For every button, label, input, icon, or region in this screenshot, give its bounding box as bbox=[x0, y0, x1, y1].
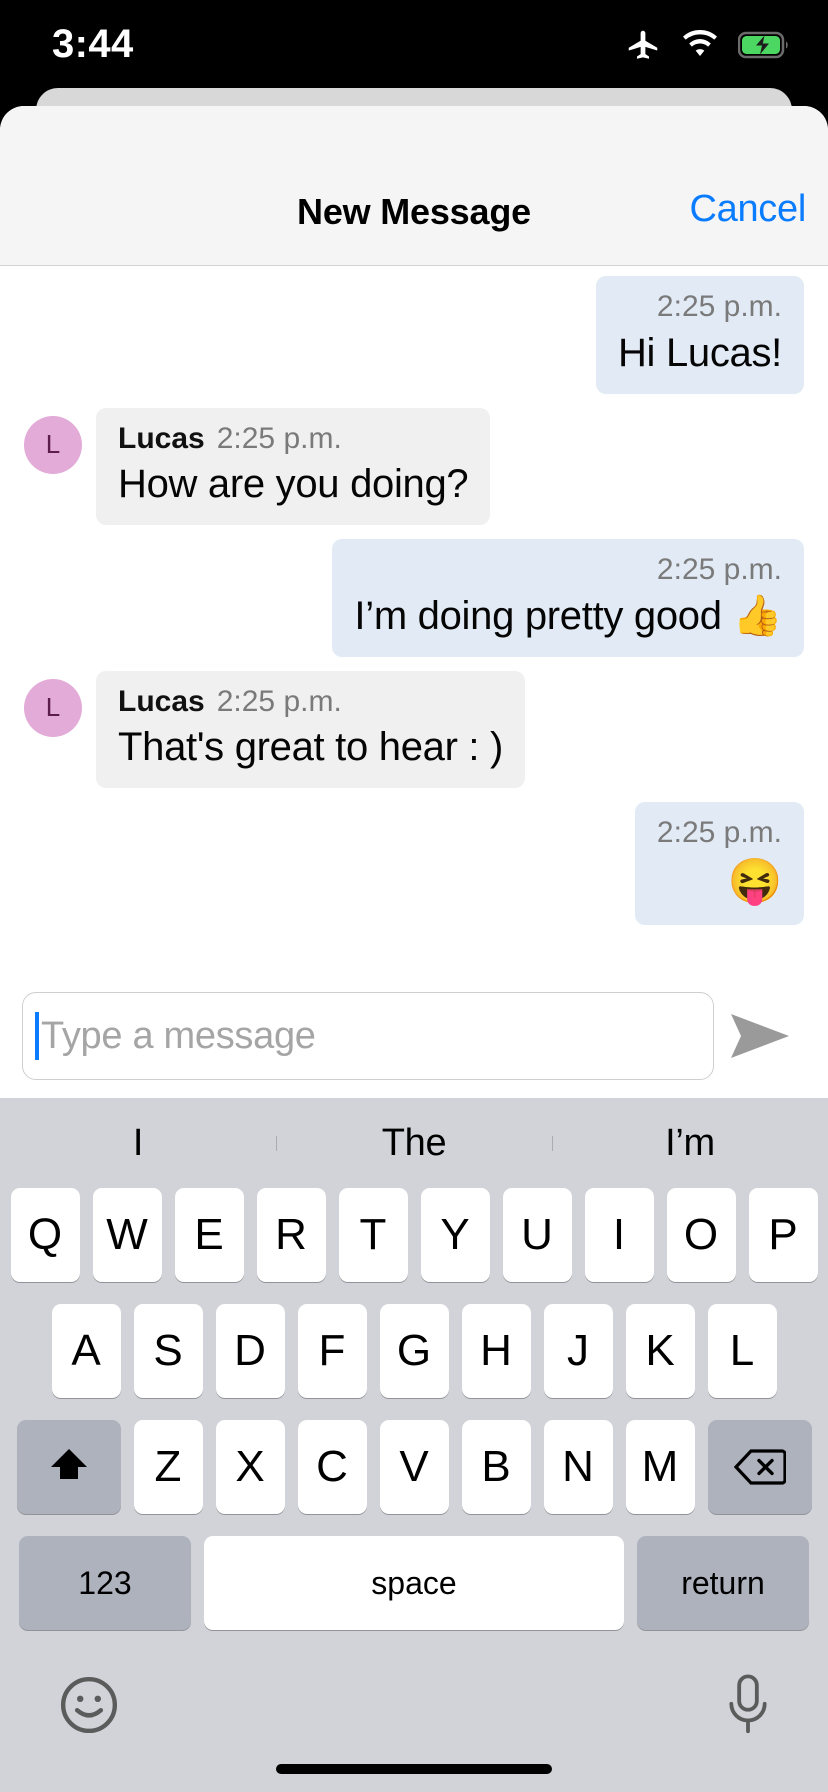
key-v[interactable]: V bbox=[379, 1420, 449, 1514]
key-a[interactable]: A bbox=[51, 1304, 121, 1398]
keyboard-row-4: 123 space return bbox=[0, 1536, 828, 1630]
key-d[interactable]: D bbox=[215, 1304, 285, 1398]
sheet-navbar: New Message Cancel bbox=[0, 106, 828, 266]
send-button[interactable] bbox=[714, 1012, 806, 1060]
message-bubble-outgoing[interactable]: 2:25 p.m. 😝 bbox=[634, 802, 804, 925]
key-j[interactable]: J bbox=[543, 1304, 613, 1398]
message-meta: Lucas 2:25 p.m. bbox=[118, 683, 503, 721]
message-row: 2:25 p.m. I’m doing pretty good 👍 bbox=[0, 539, 828, 657]
key-l[interactable]: L bbox=[707, 1304, 777, 1398]
message-timestamp: 2:25 p.m. bbox=[656, 816, 782, 849]
message-row: L Lucas 2:25 p.m. That's great to hear : … bbox=[0, 670, 828, 788]
prediction-item-2[interactable]: I’m bbox=[552, 1122, 828, 1165]
key-r[interactable]: R bbox=[256, 1188, 326, 1282]
key-s[interactable]: S bbox=[133, 1304, 203, 1398]
message-sender: Lucas bbox=[118, 684, 205, 718]
key-c[interactable]: C bbox=[297, 1420, 367, 1514]
key-i[interactable]: I bbox=[584, 1188, 654, 1282]
status-bar: 3:44 bbox=[0, 0, 828, 92]
key-e[interactable]: E bbox=[174, 1188, 244, 1282]
message-text: I’m doing pretty good 👍 bbox=[354, 593, 782, 638]
key-o[interactable]: O bbox=[666, 1188, 736, 1282]
key-x[interactable]: X bbox=[215, 1420, 285, 1514]
status-bar-icons bbox=[624, 26, 790, 64]
keyboard-row-3: Z X C V B N M bbox=[0, 1420, 828, 1514]
shift-icon bbox=[50, 1449, 87, 1479]
status-bar-time: 3:44 bbox=[52, 22, 134, 66]
on-screen-keyboard[interactable]: I The I’m Q W E R T Y U I O P A S D F G … bbox=[0, 1098, 828, 1792]
message-text: Hi Lucas! bbox=[617, 330, 782, 375]
key-w[interactable]: W bbox=[92, 1188, 162, 1282]
message-timestamp: 2:25 p.m. bbox=[656, 553, 782, 586]
space-key[interactable]: space bbox=[204, 1536, 624, 1630]
new-message-sheet: New Message Cancel 2:25 p.m. Hi Lucas! L… bbox=[0, 106, 828, 1792]
key-b[interactable]: B bbox=[461, 1420, 531, 1514]
key-y[interactable]: Y bbox=[420, 1188, 490, 1282]
key-m[interactable]: M bbox=[625, 1420, 695, 1514]
message-bubble-outgoing[interactable]: 2:25 p.m. I’m doing pretty good 👍 bbox=[332, 539, 804, 657]
numbers-key[interactable]: 123 bbox=[19, 1536, 191, 1630]
prediction-item-0[interactable]: I bbox=[0, 1122, 276, 1165]
message-row: 2:25 p.m. Hi Lucas! bbox=[0, 276, 828, 394]
prediction-item-1[interactable]: The bbox=[276, 1122, 552, 1165]
key-n[interactable]: N bbox=[543, 1420, 613, 1514]
return-key[interactable]: return bbox=[637, 1536, 809, 1630]
backspace-icon bbox=[733, 1449, 786, 1485]
composer-bar: Type a message bbox=[0, 976, 828, 1096]
message-bubble-incoming[interactable]: Lucas 2:25 p.m. That's great to hear : ) bbox=[96, 670, 526, 788]
battery-charging-icon bbox=[738, 31, 788, 59]
key-t[interactable]: T bbox=[338, 1188, 408, 1282]
keyboard-bottom-bar bbox=[0, 1652, 828, 1762]
message-bubble-outgoing[interactable]: 2:25 p.m. Hi Lucas! bbox=[595, 276, 804, 394]
key-z[interactable]: Z bbox=[133, 1420, 203, 1514]
key-q[interactable]: Q bbox=[10, 1188, 80, 1282]
dictation-key[interactable] bbox=[726, 1673, 770, 1741]
avatar: L bbox=[24, 678, 82, 737]
key-p[interactable]: P bbox=[748, 1188, 818, 1282]
message-input[interactable]: Type a message bbox=[22, 992, 714, 1080]
message-meta: Lucas 2:25 p.m. bbox=[118, 420, 468, 458]
wifi-icon bbox=[683, 30, 717, 56]
message-text: 😝 bbox=[727, 856, 783, 906]
message-text: How are you doing? bbox=[118, 462, 469, 506]
send-arrow-icon bbox=[731, 1014, 789, 1058]
conversation-list[interactable]: 2:25 p.m. Hi Lucas! L Lucas 2:25 p.m. How… bbox=[0, 266, 828, 976]
key-u[interactable]: U bbox=[502, 1188, 572, 1282]
microphone-icon bbox=[729, 1673, 767, 1733]
message-timestamp: 2:25 p.m. bbox=[216, 421, 342, 455]
shift-key[interactable] bbox=[16, 1420, 121, 1514]
message-text: That's great to hear : ) bbox=[118, 725, 504, 769]
emoji-key[interactable] bbox=[58, 1674, 120, 1741]
home-indicator bbox=[276, 1764, 552, 1774]
avatar: L bbox=[24, 415, 82, 474]
phone-screen: 3:44 New Message Cancel 2:25 p.m. Hi Luc… bbox=[0, 0, 828, 1792]
airplane-mode-icon bbox=[628, 30, 658, 59]
emoji-icon bbox=[60, 1676, 118, 1733]
key-h[interactable]: H bbox=[461, 1304, 531, 1398]
key-g[interactable]: G bbox=[379, 1304, 449, 1398]
keyboard-row-1: Q W E R T Y U I O P bbox=[0, 1188, 828, 1282]
message-input-placeholder: Type a message bbox=[41, 1014, 316, 1057]
message-timestamp: 2:25 p.m. bbox=[656, 290, 782, 323]
key-k[interactable]: K bbox=[625, 1304, 695, 1398]
text-cursor bbox=[35, 1012, 39, 1060]
message-row: 2:25 p.m. 😝 bbox=[0, 802, 828, 925]
message-bubble-incoming[interactable]: Lucas 2:25 p.m. How are you doing? bbox=[96, 407, 491, 525]
message-timestamp: 2:25 p.m. bbox=[216, 684, 342, 718]
prediction-bar: I The I’m bbox=[0, 1098, 828, 1188]
message-sender: Lucas bbox=[118, 421, 205, 455]
cancel-button[interactable]: Cancel bbox=[690, 188, 807, 231]
keyboard-row-2: A S D F G H J K L bbox=[0, 1304, 828, 1398]
message-row: L Lucas 2:25 p.m. How are you doing? bbox=[0, 407, 828, 525]
backspace-key[interactable] bbox=[707, 1420, 812, 1514]
key-f[interactable]: F bbox=[297, 1304, 367, 1398]
